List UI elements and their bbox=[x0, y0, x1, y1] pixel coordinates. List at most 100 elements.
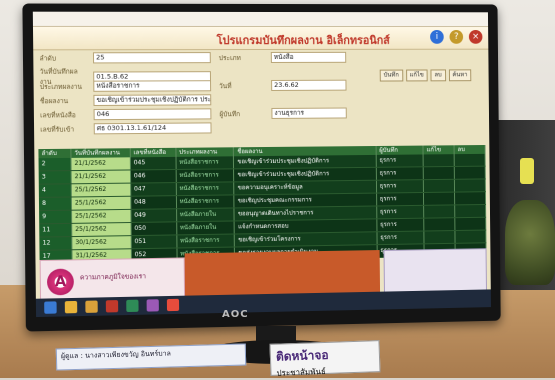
type-select[interactable]: หนังสือราชการ bbox=[93, 80, 212, 92]
received-number-field[interactable]: ศธ 0301.13.1.61/124 bbox=[93, 122, 212, 135]
delete-button[interactable]: ลบ bbox=[430, 69, 446, 82]
app-icon[interactable] bbox=[126, 299, 139, 313]
table-cell: ธุรการ bbox=[376, 154, 424, 167]
table-cell: ธุรการ bbox=[377, 218, 425, 232]
logo-text: ความภาคภูมิใจของเรา bbox=[79, 272, 147, 282]
table-cell bbox=[423, 166, 456, 180]
table-cell: 9 bbox=[39, 210, 73, 224]
monitor: โปรแกรมบันทึกผลงาน อิเล็กทรอนิกส์ i ? × … bbox=[22, 3, 501, 332]
grid-header-cell[interactable]: ลบ bbox=[454, 145, 486, 155]
table-cell bbox=[424, 218, 456, 231]
app-icon[interactable] bbox=[146, 299, 159, 312]
app-icon[interactable] bbox=[166, 298, 180, 312]
folder-icon[interactable] bbox=[85, 300, 98, 313]
plant bbox=[505, 200, 555, 285]
table-cell: 21/1/2562 bbox=[71, 157, 131, 171]
table-cell: หนังสือราชการ bbox=[176, 195, 235, 209]
start-icon[interactable] bbox=[44, 301, 57, 314]
help-icon[interactable]: ? bbox=[449, 29, 464, 44]
window-titlebar bbox=[32, 11, 489, 28]
grid-header-cell[interactable]: เลขที่หนังสือ bbox=[130, 147, 177, 158]
table-cell: ธุรการ bbox=[376, 167, 425, 180]
monitor-brand-logo: AOC bbox=[222, 309, 249, 320]
yellow-object bbox=[520, 158, 534, 184]
form-label: เลขที่รับเข้า bbox=[40, 124, 75, 134]
info-icon[interactable]: i bbox=[430, 29, 444, 44]
table-cell bbox=[455, 230, 487, 243]
table-cell: 25/1/2562 bbox=[71, 196, 132, 210]
table-cell: หนังสือราชการ bbox=[176, 182, 235, 196]
record-date-field[interactable]: 23.6.62 bbox=[271, 79, 347, 91]
title-field[interactable]: ขอเชิญเข้าร่วมประชุมเชิงปฏิบัติการ ประจำ… bbox=[93, 94, 212, 107]
table-cell: 048 bbox=[130, 196, 177, 209]
form-label: วันที่ bbox=[219, 81, 232, 90]
table-cell: ขอเชิญประชุมคณะกรรมการ bbox=[234, 193, 377, 208]
table-cell: 051 bbox=[131, 235, 178, 249]
table-cell: ขอความอนุเคราะห์ข้อมูล bbox=[234, 180, 377, 195]
table-cell: ธุรการ bbox=[376, 180, 425, 193]
sequence-field[interactable]: 25 bbox=[92, 52, 211, 64]
table-cell: ธุรการ bbox=[376, 192, 425, 206]
table-cell bbox=[455, 179, 486, 192]
table-cell bbox=[455, 204, 487, 218]
table-cell: หนังสือราชการ bbox=[176, 169, 235, 183]
entry-form: ลำดับ 25 วันที่บันทึกผลงาน 01.5.B.62 ประ… bbox=[37, 50, 485, 148]
grid-header-cell[interactable]: ผู้บันทึก bbox=[376, 145, 424, 155]
table-cell: 11 bbox=[39, 223, 73, 237]
table-cell bbox=[455, 217, 487, 231]
table-cell: 2 bbox=[38, 157, 72, 171]
table-cell bbox=[424, 205, 456, 218]
save-button[interactable]: บันทึก bbox=[379, 69, 403, 82]
table-cell: 050 bbox=[131, 222, 177, 236]
table-cell: 25/1/2562 bbox=[71, 209, 132, 223]
table-cell: 12 bbox=[39, 237, 73, 250]
table-cell bbox=[424, 230, 456, 244]
table-cell: หนังสือราชการ bbox=[176, 156, 235, 169]
table-cell bbox=[455, 192, 487, 205]
table-cell: 21/1/2562 bbox=[71, 170, 131, 184]
table-cell: แจ้งกำหนดการสอบ bbox=[235, 219, 378, 234]
app-icon[interactable] bbox=[105, 300, 119, 313]
table-cell: ขอเชิญเข้าร่วมประชุมเชิงปฏิบัติการ bbox=[234, 167, 377, 182]
table-cell bbox=[424, 179, 456, 192]
app-header: โปรแกรมบันทึกผลงาน อิเล็กทรอนิกส์ i ? × bbox=[32, 26, 489, 51]
form-label: ผู้บันทึก bbox=[219, 109, 241, 118]
table-cell: ขอเชิญเข้าร่วมโครงการ bbox=[235, 232, 378, 247]
records-grid: 2 21/1/2562 045 หนังสือราชการ ขอเชิญเข้าร่วม… bbox=[38, 153, 487, 265]
table-cell bbox=[423, 154, 455, 167]
table-cell: 25/1/2562 bbox=[71, 183, 131, 197]
form-label: ประเภท bbox=[218, 53, 241, 62]
form-label: เลขที่หนังสือ bbox=[40, 110, 76, 120]
table-cell: หนังสือภายใน bbox=[176, 221, 236, 235]
table-cell: 045 bbox=[130, 156, 177, 170]
table-cell: 30/1/2562 bbox=[72, 236, 132, 250]
close-icon[interactable]: × bbox=[468, 29, 483, 44]
grid-header-cell[interactable]: แก้ไข bbox=[423, 145, 455, 155]
table-cell: 047 bbox=[130, 183, 177, 196]
table-cell: หนังสือราชการ bbox=[176, 234, 236, 248]
table-cell bbox=[454, 166, 486, 179]
edit-button[interactable]: แก้ไข bbox=[405, 69, 428, 82]
search-button[interactable]: ค้นหา bbox=[448, 69, 472, 82]
browser-icon[interactable] bbox=[64, 300, 78, 314]
table-cell bbox=[454, 153, 486, 166]
doc-number-field[interactable]: 046 bbox=[93, 108, 212, 121]
app-logo: A bbox=[46, 268, 74, 296]
table-cell: 8 bbox=[38, 197, 72, 211]
table-cell: 049 bbox=[131, 209, 177, 222]
table-cell: ธุรการ bbox=[376, 205, 425, 219]
table-cell: ขอเชิญเข้าร่วมประชุมเชิงปฏิบัติการ bbox=[234, 154, 377, 169]
grid-header-cell[interactable]: ลำดับ bbox=[38, 148, 72, 159]
table-cell: 046 bbox=[130, 169, 177, 183]
table-cell: ขออนุญาตเดินทางไปราชการ bbox=[234, 206, 378, 221]
app-title: โปรแกรมบันทึกผลงาน อิเล็กทรอนิกส์ bbox=[216, 33, 390, 48]
monitor-screen: โปรแกรมบันทึกผลงาน อิเล็กทรอนิกส์ i ? × … bbox=[32, 11, 491, 318]
form-label: ประเภทผลงาน bbox=[39, 82, 83, 91]
form-label: ชื่อผลงาน bbox=[39, 96, 69, 105]
table-cell: ธุรการ bbox=[377, 231, 425, 245]
table-cell: 3 bbox=[38, 171, 72, 184]
category-select[interactable]: หนังสือ bbox=[270, 51, 347, 63]
table-cell bbox=[424, 192, 456, 205]
table-cell: 25/1/2562 bbox=[72, 223, 132, 237]
recorder-select[interactable]: งานธุรการ bbox=[271, 107, 347, 119]
